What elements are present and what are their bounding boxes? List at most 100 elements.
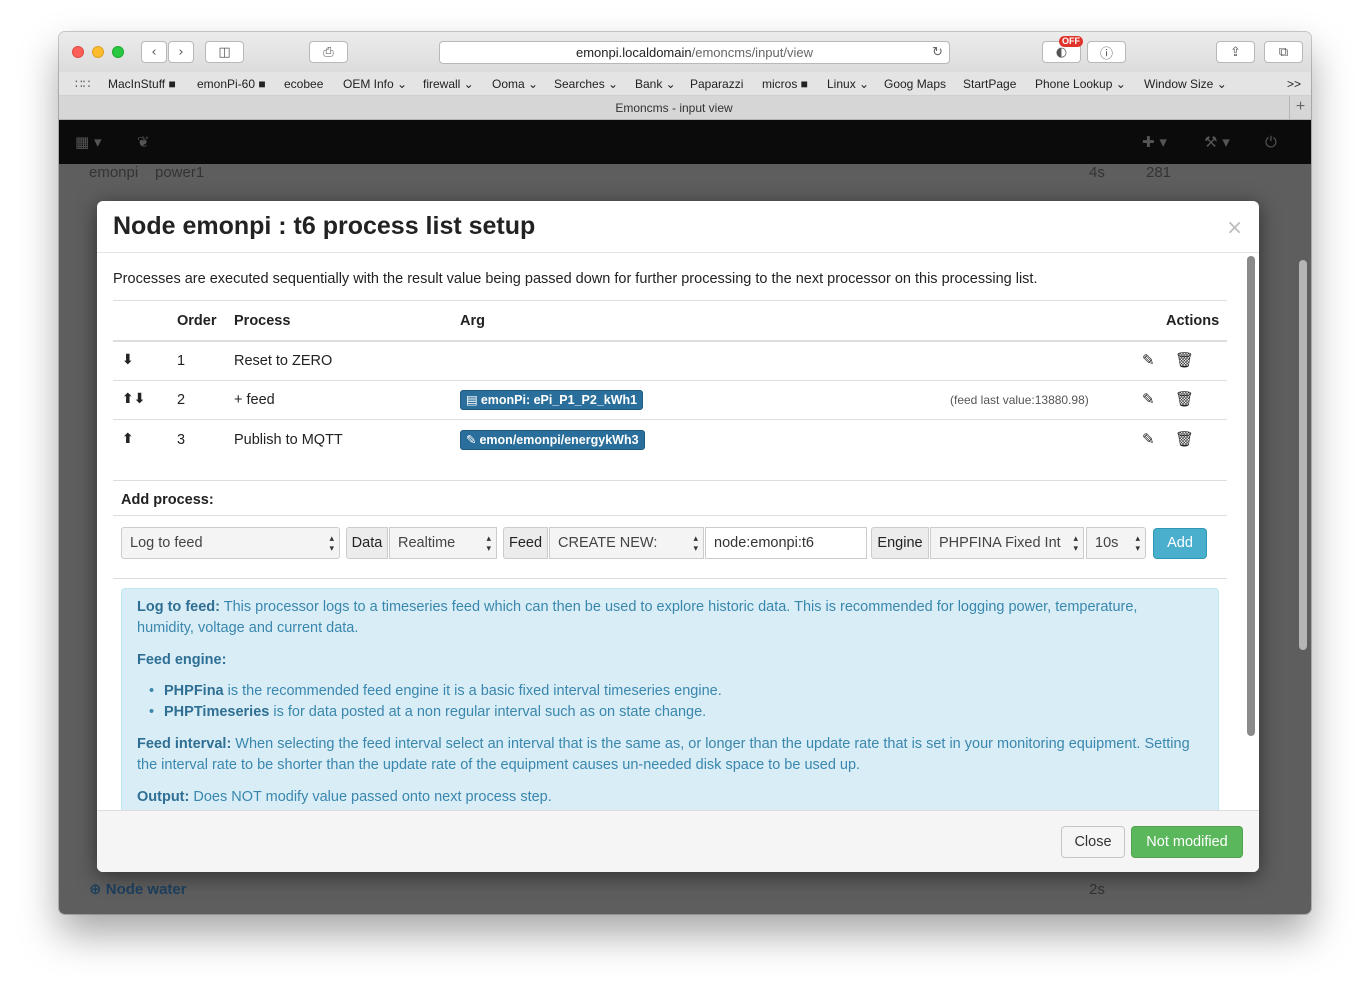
new-tab-button[interactable]: + xyxy=(1289,96,1311,120)
power-icon[interactable]: ⏻ xyxy=(1265,133,1277,151)
feed-name-input[interactable]: node:emonpi:t6 xyxy=(705,527,867,559)
menu-grid-icon[interactable]: ▦ ▾ xyxy=(75,133,101,151)
bookmarks-bar: ∷∷ MacInStuff ■ emonPi-60 ■ ecobee OEM I… xyxy=(59,72,1311,96)
bookmark-item[interactable]: OEM Info ⌄ xyxy=(343,77,407,91)
page-scrollbar[interactable] xyxy=(1299,260,1307,650)
modal-footer: Close Not modified xyxy=(97,810,1259,872)
trash-icon[interactable]: 🗑 xyxy=(1175,430,1194,448)
printer-icon: ⎙ xyxy=(323,44,334,60)
leaf-icon[interactable]: ❦ xyxy=(137,133,150,151)
bookmark-item[interactable]: MacInStuff ■ xyxy=(108,77,176,91)
bookmark-item[interactable]: Paparazzi xyxy=(690,77,743,91)
modal-header: Node emonpi : t6 process list setup × xyxy=(97,201,1259,253)
divider xyxy=(113,300,1227,301)
save-status-button[interactable]: Not modified xyxy=(1131,826,1243,858)
extension-button[interactable]: ◐ OFF xyxy=(1042,36,1083,63)
close-button[interactable]: Close xyxy=(1061,826,1125,858)
row-order: 1 xyxy=(177,353,186,369)
modal-close-icon[interactable]: × xyxy=(1226,215,1243,239)
tab-title[interactable]: Emoncms - input view xyxy=(59,101,1289,115)
bookmark-item[interactable]: Goog Maps xyxy=(884,77,946,91)
move-up-icon[interactable]: ⬆ xyxy=(122,431,134,447)
wrench-icon[interactable]: ⚒ ▾ xyxy=(1204,133,1230,151)
header-actions: Actions xyxy=(1166,313,1220,329)
engine-label: Engine xyxy=(871,527,929,559)
row-process: Reset to ZERO xyxy=(234,353,333,369)
tabs-icon: ⧉ xyxy=(1278,44,1289,60)
edit-icon[interactable]: ✎ xyxy=(1142,351,1155,369)
back-button[interactable]: ‹ xyxy=(141,41,167,63)
engine-list-item: PHPFina is the recommended feed engine i… xyxy=(149,681,722,702)
feed-last-value: (feed last value:13880.98) xyxy=(950,393,1089,407)
bg-input-value: 281 xyxy=(1146,164,1172,181)
password-manager-icon: ⓘ xyxy=(1099,46,1113,62)
chevron-left-icon: ‹ xyxy=(151,44,157,60)
feed-select[interactable]: CREATE NEW: xyxy=(549,527,704,559)
move-up-down-icon[interactable]: ⬆⬇ xyxy=(122,391,145,407)
move-down-icon[interactable]: ⬇ xyxy=(122,352,134,368)
topic-arg-badge[interactable]: ✎ emon/emonpi/energykWh3 xyxy=(460,430,645,450)
modal-scrollbar[interactable] xyxy=(1247,256,1255,736)
bg-node-water-time: 2s xyxy=(1089,881,1105,898)
tabs-overview-button[interactable]: ⧉ xyxy=(1264,41,1303,63)
trash-icon[interactable]: 🗑 xyxy=(1175,351,1194,369)
bookmark-item[interactable]: micros ■ xyxy=(762,77,808,91)
row-order: 2 xyxy=(177,392,186,408)
modal-body: Processes are executed sequentially with… xyxy=(97,253,1259,810)
tab-bar: Emoncms - input view + xyxy=(59,96,1311,120)
log-to-feed-info: Log to feed: This processor logs to a ti… xyxy=(137,599,1138,636)
engine-list-item: PHPTimeseries is for data posted at a no… xyxy=(149,702,706,723)
row-process: + feed xyxy=(234,392,275,408)
url-path: /emoncms/input/view xyxy=(691,45,813,60)
data-label: Data xyxy=(346,527,388,559)
sidebar-button[interactable]: ◫ xyxy=(205,41,244,63)
divider xyxy=(113,480,1227,481)
edit-icon[interactable]: ✎ xyxy=(1142,430,1155,448)
trash-icon[interactable]: 🗑 xyxy=(1175,390,1194,408)
row-order: 3 xyxy=(177,432,186,448)
print-button[interactable]: ⎙ xyxy=(309,41,348,63)
browser-toolbar: ‹ › ◫ ⎙ emonpi.localdomain/emoncms/input… xyxy=(59,32,1311,72)
bookmark-item[interactable]: Bank ⌄ xyxy=(635,77,676,91)
url-host: emonpi.localdomain xyxy=(575,45,692,60)
address-bar[interactable]: emonpi.localdomain/emoncms/input/view ↻ xyxy=(439,41,950,64)
interval-select[interactable]: 10s xyxy=(1086,527,1146,559)
process-list-modal: Node emonpi : t6 process list setup × Pr… xyxy=(97,201,1259,872)
engine-select[interactable]: PHPFINA Fixed Int xyxy=(930,527,1084,559)
divider xyxy=(113,419,1227,420)
bg-node-water[interactable]: ⊕ Node water xyxy=(89,880,187,898)
minimize-window-button[interactable] xyxy=(92,46,104,58)
feed-arg-badge[interactable]: ▤ emonPi: ePi_P1_P2_kWh1 xyxy=(460,390,644,410)
bookmark-item[interactable]: Linux ⌄ xyxy=(827,77,869,91)
bg-input-name: power1 xyxy=(155,164,205,181)
divider xyxy=(113,340,1227,342)
password-button[interactable]: ⓘ xyxy=(1087,41,1126,63)
bookmark-item[interactable]: Phone Lookup ⌄ xyxy=(1035,77,1126,91)
bookmarks-overflow[interactable]: >> xyxy=(1287,77,1301,91)
divider xyxy=(113,578,1227,579)
apps-grid-icon[interactable]: ∷∷ xyxy=(75,77,90,91)
plus-icon[interactable]: ✚ ▾ xyxy=(1142,133,1167,151)
forward-button[interactable]: › xyxy=(168,41,194,63)
data-type-select[interactable]: Realtime xyxy=(389,527,497,559)
process-select[interactable]: Log to feed xyxy=(121,527,340,559)
bookmark-item[interactable]: firewall ⌄ xyxy=(423,77,474,91)
bookmark-item[interactable]: StartPage xyxy=(963,77,1016,91)
zoom-window-button[interactable] xyxy=(112,46,124,58)
reload-icon[interactable]: ↻ xyxy=(932,42,943,63)
bookmark-item[interactable]: Ooma ⌄ xyxy=(492,77,538,91)
edit-icon[interactable]: ✎ xyxy=(1142,390,1155,408)
header-process: Process xyxy=(234,313,291,329)
bookmark-item[interactable]: Window Size ⌄ xyxy=(1144,77,1227,91)
feed-interval-info: Feed interval: When selecting the feed i… xyxy=(137,736,1190,773)
bookmark-item[interactable]: ecobee xyxy=(284,77,323,91)
bg-input-time: 4s xyxy=(1089,164,1105,181)
output-info: Output: Does NOT modify value passed ont… xyxy=(137,789,552,805)
bookmark-item[interactable]: emonPi-60 ■ xyxy=(197,77,266,91)
add-process-button[interactable]: Add xyxy=(1153,528,1207,559)
share-button[interactable]: ⇪ xyxy=(1216,41,1255,63)
bookmark-item[interactable]: Searches ⌄ xyxy=(554,77,618,91)
modal-description: Processes are executed sequentially with… xyxy=(113,271,1038,287)
close-window-button[interactable] xyxy=(72,46,84,58)
chevron-right-icon: › xyxy=(178,44,184,60)
